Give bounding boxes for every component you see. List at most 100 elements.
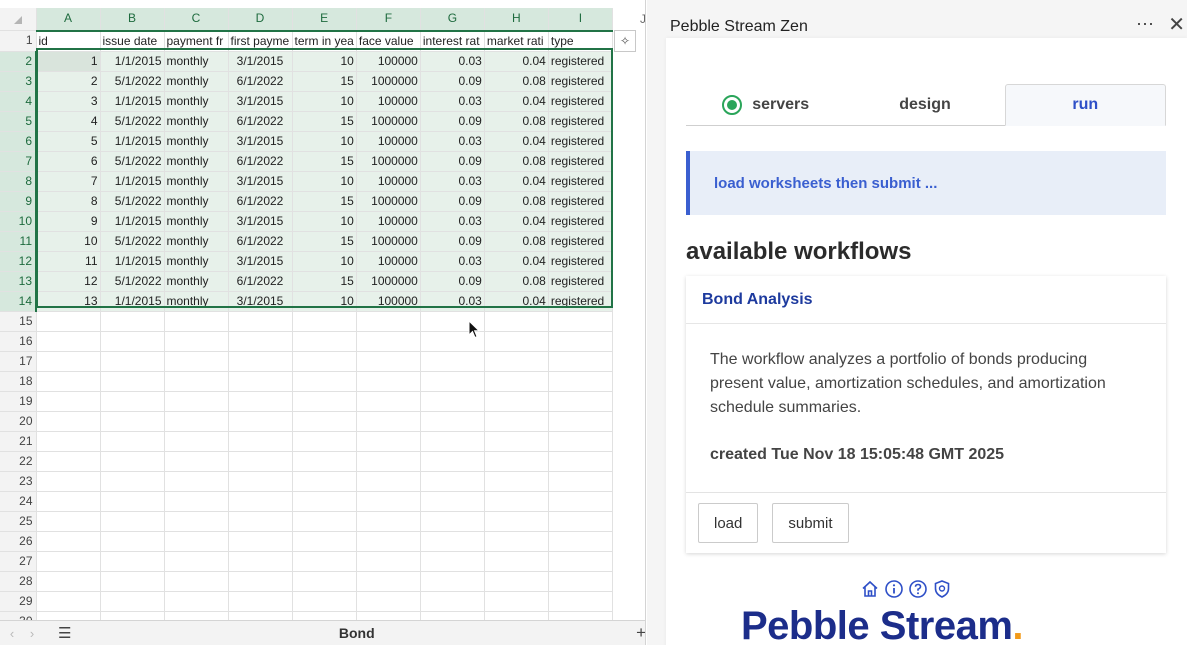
cell[interactable]: 0.04 [484, 131, 549, 152]
cell[interactable] [420, 571, 485, 592]
cell[interactable]: registered [548, 71, 613, 92]
cell[interactable]: 15 [292, 111, 357, 132]
cell[interactable]: 0.03 [420, 51, 485, 72]
cell[interactable]: registered [548, 291, 613, 312]
cell[interactable] [228, 471, 293, 492]
cell[interactable] [36, 551, 101, 572]
cell[interactable]: 15 [292, 71, 357, 92]
next-sheet-icon[interactable]: › [24, 626, 40, 641]
prev-sheet-icon[interactable]: ‹ [4, 626, 20, 641]
cell[interactable]: 0.03 [420, 171, 485, 192]
cell[interactable] [100, 471, 165, 492]
cell[interactable] [228, 491, 293, 512]
cell[interactable] [292, 591, 357, 612]
cell[interactable]: 6/1/2022 [228, 191, 293, 212]
cell[interactable] [484, 571, 549, 592]
column-header-g[interactable]: G [420, 8, 485, 32]
cell[interactable] [420, 391, 485, 412]
cell[interactable] [228, 391, 293, 412]
cell[interactable]: registered [548, 151, 613, 172]
cell[interactable]: 1/1/2015 [100, 251, 165, 272]
cell[interactable]: registered [548, 131, 613, 152]
cell[interactable]: 10 [292, 131, 357, 152]
cell[interactable]: monthly [164, 251, 229, 272]
cell[interactable]: 13 [36, 291, 101, 312]
row-header[interactable]: 14 [0, 291, 37, 312]
more-options-icon[interactable]: ⋯ [1136, 14, 1155, 35]
cell[interactable]: 0.04 [484, 291, 549, 312]
cell[interactable]: monthly [164, 271, 229, 292]
cell[interactable] [292, 391, 357, 412]
cell[interactable] [164, 451, 229, 472]
cell[interactable] [484, 351, 549, 372]
row-header[interactable]: 25 [0, 511, 37, 532]
cell[interactable] [228, 311, 293, 332]
cell[interactable] [228, 371, 293, 392]
cell[interactable] [548, 371, 613, 392]
row-header[interactable]: 18 [0, 371, 37, 392]
cell[interactable]: 6 [36, 151, 101, 172]
cell[interactable] [164, 471, 229, 492]
cell[interactable] [484, 371, 549, 392]
cell[interactable]: monthly [164, 191, 229, 212]
cell[interactable] [484, 431, 549, 452]
cell[interactable] [548, 531, 613, 552]
cell[interactable] [548, 431, 613, 452]
cell[interactable] [164, 591, 229, 612]
cell[interactable] [356, 471, 421, 492]
cell[interactable]: 0.03 [420, 131, 485, 152]
cell[interactable]: 11 [36, 251, 101, 272]
cell[interactable] [228, 571, 293, 592]
cell[interactable]: monthly [164, 51, 229, 72]
cell[interactable] [484, 531, 549, 552]
cell[interactable]: 1000000 [356, 231, 421, 252]
cell[interactable]: 1/1/2015 [100, 291, 165, 312]
cell[interactable]: 3/1/2015 [228, 91, 293, 112]
cell[interactable]: 2 [36, 71, 101, 92]
add-sheet-icon[interactable]: + [636, 623, 645, 643]
cell[interactable] [420, 591, 485, 612]
row-header[interactable]: 12 [0, 251, 37, 272]
row-header[interactable]: 3 [0, 71, 37, 92]
cell[interactable]: 0.09 [420, 111, 485, 132]
cell[interactable]: 5/1/2022 [100, 71, 165, 92]
cell[interactable]: 0.04 [484, 211, 549, 232]
cell[interactable]: term in yea [292, 30, 357, 52]
row-header[interactable]: 9 [0, 191, 37, 212]
cell[interactable]: 100000 [356, 51, 421, 72]
cell[interactable]: monthly [164, 71, 229, 92]
cell[interactable]: 3/1/2015 [228, 211, 293, 232]
cell[interactable] [292, 451, 357, 472]
cell[interactable]: 0.09 [420, 151, 485, 172]
cell[interactable] [100, 491, 165, 512]
cell[interactable] [292, 531, 357, 552]
cell[interactable] [420, 491, 485, 512]
cell[interactable]: 1000000 [356, 71, 421, 92]
cell[interactable]: 10 [292, 91, 357, 112]
cell[interactable] [356, 571, 421, 592]
column-header-i[interactable]: I [548, 8, 613, 32]
cell[interactable] [292, 311, 357, 332]
cell[interactable]: registered [548, 91, 613, 112]
cell[interactable] [36, 571, 101, 592]
cell[interactable] [484, 411, 549, 432]
cell[interactable]: 1/1/2015 [100, 91, 165, 112]
row-header[interactable]: 21 [0, 431, 37, 452]
cell[interactable] [36, 591, 101, 612]
cell[interactable]: monthly [164, 171, 229, 192]
cell[interactable] [36, 431, 101, 452]
cell[interactable] [548, 511, 613, 532]
cell[interactable] [228, 551, 293, 572]
row-header[interactable]: 8 [0, 171, 37, 192]
cell[interactable]: 1000000 [356, 151, 421, 172]
cell[interactable]: 3/1/2015 [228, 131, 293, 152]
cell[interactable]: payment fr [164, 30, 229, 52]
cell[interactable] [100, 431, 165, 452]
cell[interactable] [36, 411, 101, 432]
cell[interactable] [100, 511, 165, 532]
cell[interactable]: 6/1/2022 [228, 71, 293, 92]
column-header-j[interactable]: J [640, 12, 645, 26]
cell[interactable] [100, 371, 165, 392]
column-header-h[interactable]: H [484, 8, 549, 32]
cell[interactable] [164, 511, 229, 532]
